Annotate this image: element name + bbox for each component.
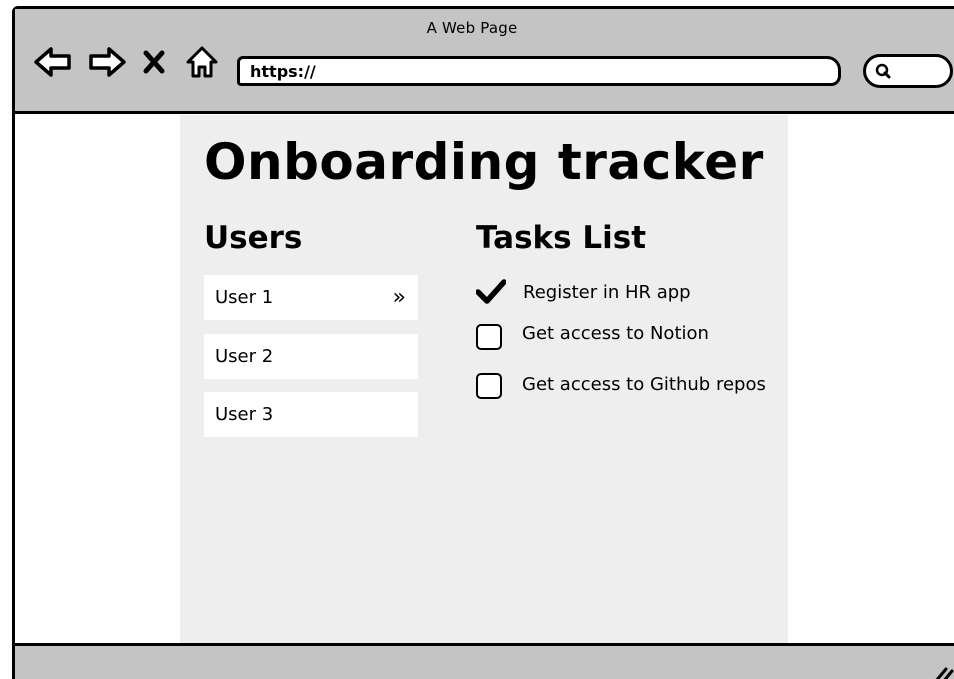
task-checkbox[interactable] (476, 324, 502, 350)
browser-toolbar: A Web Page https:// (15, 9, 954, 114)
double-chevron-right-icon: » (392, 284, 406, 310)
user-label: User 3 (215, 404, 274, 425)
task-label: Register in HR app (523, 281, 691, 303)
browser-window: A Web Page https:// Onboarding tracker U… (12, 6, 954, 679)
address-bar[interactable]: https:// (237, 56, 841, 86)
checkmark-icon[interactable] (476, 279, 506, 305)
forward-arrow-icon[interactable] (87, 44, 127, 80)
user-label: User 2 (215, 346, 274, 367)
url-text: https:// (250, 61, 316, 81)
users-heading: Users (204, 220, 303, 256)
user-list-item-2[interactable]: User 2 (204, 334, 418, 379)
task-item-1: Register in HR app (476, 279, 691, 305)
search-icon (875, 63, 891, 79)
user-list-item-1[interactable]: User 1 » (204, 275, 418, 320)
task-item-3: Get access to Github repos (476, 373, 766, 399)
main-content: Onboarding tracker Users Tasks List User… (180, 115, 788, 647)
task-label: Get access to Github repos (522, 373, 766, 395)
user-list-item-3[interactable]: User 3 (204, 392, 418, 437)
page-title: Onboarding tracker (204, 133, 764, 191)
task-label: Get access to Notion (522, 322, 709, 344)
back-arrow-icon[interactable] (33, 44, 73, 80)
close-icon[interactable] (139, 44, 169, 80)
tasks-list-heading: Tasks List (476, 220, 647, 256)
task-checkbox[interactable] (476, 373, 502, 399)
home-icon[interactable] (183, 44, 221, 80)
window-title: A Web Page (426, 19, 518, 37)
task-item-2: Get access to Notion (476, 322, 709, 350)
resize-grip-icon[interactable] (933, 664, 954, 679)
user-label: User 1 (215, 287, 274, 308)
search-input[interactable] (863, 54, 953, 88)
status-bar (15, 643, 954, 679)
